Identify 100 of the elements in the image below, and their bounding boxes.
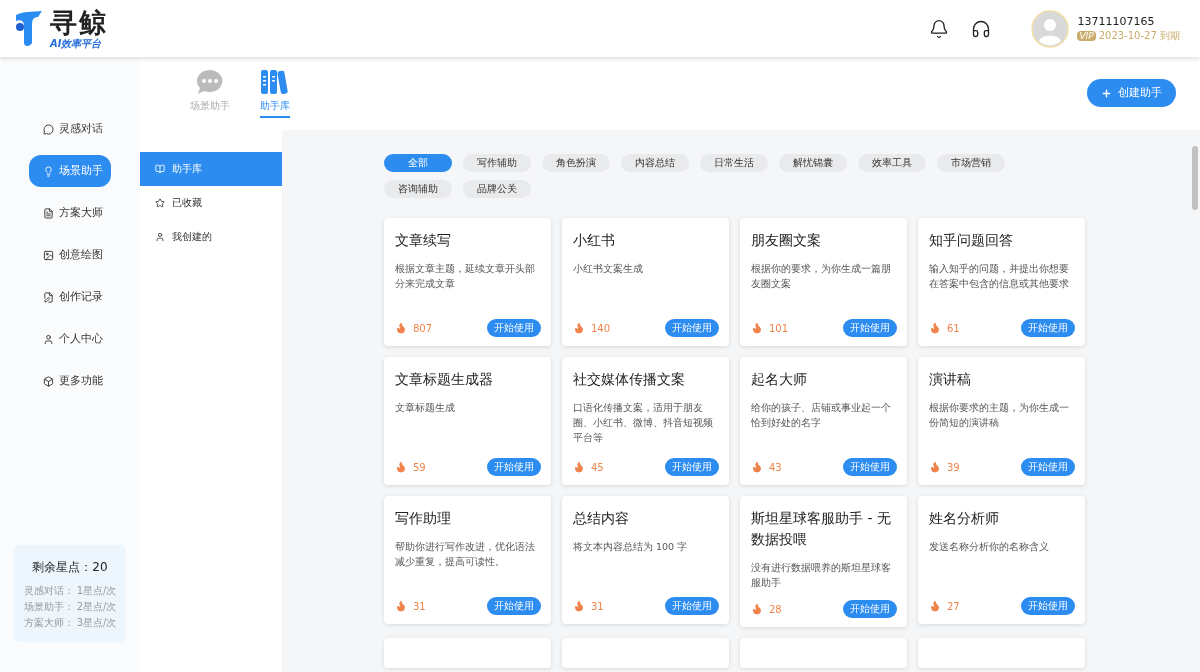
usage-count: 28 xyxy=(769,603,782,615)
card-description: 根据你的要求，为你生成一篇朋友圈文案 xyxy=(751,262,892,291)
sub-nav-icon xyxy=(155,198,165,208)
assistant-card[interactable]: 社交媒体传播文案 口语化传播文案，适用于朋友圈、小红书、微博、抖音短视频平台等 45 开始使用 xyxy=(562,357,729,485)
nav-item[interactable]: 创意绘图 xyxy=(29,239,111,271)
card-title: 斯坦星球客服助手 - 无数据投喂 xyxy=(751,509,892,549)
category-chip[interactable]: 品牌公关 xyxy=(463,180,531,198)
flame-icon xyxy=(751,461,763,473)
headset-icon[interactable] xyxy=(971,18,992,39)
card-title: 姓名分析师 xyxy=(929,509,1000,528)
nav-icon xyxy=(43,249,54,261)
sub-nav-icon xyxy=(155,232,165,242)
points-rate: 方案大师： 3星点/次 xyxy=(23,616,117,630)
plus-icon xyxy=(1101,87,1112,99)
flame-icon xyxy=(573,322,585,334)
flame-icon xyxy=(929,600,941,612)
assistant-card[interactable]: 知乎问题回答 输入知乎的问题，并提出你想要在答案中包含的信息或其他要求 61 开始使用 xyxy=(918,218,1085,346)
nav-item[interactable]: 灵感对话 xyxy=(29,113,111,145)
bell-icon[interactable] xyxy=(929,18,950,39)
card-description: 输入知乎的问题，并提出你想要在答案中包含的信息或其他要求 xyxy=(929,262,1070,291)
sub-nav-item[interactable]: 已收藏 xyxy=(140,186,282,220)
card-title: 演讲稿 xyxy=(929,370,972,389)
flame-icon xyxy=(573,461,585,473)
category-chip[interactable]: 写作辅助 xyxy=(463,154,531,172)
card-description: 发送名称分析你的名称含义 xyxy=(929,540,1050,554)
assistant-card[interactable] xyxy=(384,638,551,668)
avatar-icon[interactable] xyxy=(1031,9,1070,48)
card-title: 文章续写 xyxy=(395,231,452,250)
flame-icon xyxy=(573,600,585,612)
card-description: 将文本内容总结为 100 字 xyxy=(573,540,689,554)
logo-tagline: AI效率平台 xyxy=(50,38,103,49)
vip-expiry: 2023-10-27 到期 xyxy=(1098,28,1180,43)
flame-icon xyxy=(929,322,941,334)
card-description: 帮助你进行写作改进，优化语法减少重复，提高可读性。 xyxy=(395,540,536,569)
user-phone: 13711107165 xyxy=(1077,14,1156,28)
card-description: 根据文章主题，延续文章开头部分来完成文章 xyxy=(395,262,536,291)
card-title: 社交媒体传播文案 xyxy=(573,370,686,389)
usage-count: 27 xyxy=(947,600,960,612)
sub-nav-icon xyxy=(155,164,165,174)
assistant-card[interactable]: 斯坦星球客服助手 - 无数据投喂 没有进行数据喂养的斯坦星球客服助手 28 开始使用 xyxy=(740,496,907,627)
usage-count: 31 xyxy=(591,600,604,612)
category-chip[interactable]: 角色扮演 xyxy=(542,154,610,172)
flame-icon xyxy=(751,322,763,334)
card-description: 没有进行数据喂养的斯坦星球客服助手 xyxy=(751,561,892,590)
category-chip[interactable]: 内容总结 xyxy=(621,154,689,172)
usage-count: 31 xyxy=(413,600,426,612)
points-rate: 场景助手： 2星点/次 xyxy=(23,600,117,614)
usage-count: 140 xyxy=(591,322,611,334)
category-chip[interactable]: 市场营销 xyxy=(937,154,1005,172)
assistant-card[interactable]: 姓名分析师 发送名称分析你的名称含义 27 开始使用 xyxy=(918,496,1085,624)
nav-icon xyxy=(43,207,54,219)
card-title: 知乎问题回答 xyxy=(929,231,1014,250)
flame-icon xyxy=(751,603,763,615)
card-description: 小红书文案生成 xyxy=(573,262,644,276)
assistant-card[interactable]: 写作助理 帮助你进行写作改进，优化语法减少重复，提高可读性。 31 开始使用 xyxy=(384,496,551,624)
assistant-card[interactable]: 起名大师 给你的孩子、店铺或事业起一个恰到好处的名字 43 开始使用 xyxy=(740,357,907,485)
category-chip[interactable]: 效率工具 xyxy=(858,154,926,172)
assistant-card[interactable]: 总结内容 将文本内容总结为 100 字 31 开始使用 xyxy=(562,496,729,624)
nav-item[interactable]: 个人中心 xyxy=(29,323,111,355)
nav-icon xyxy=(43,165,54,177)
category-chip[interactable]: 咨询辅助 xyxy=(384,180,452,198)
sub-nav-item[interactable]: 我创建的 xyxy=(140,220,282,254)
usage-count: 39 xyxy=(947,461,960,473)
card-description: 口语化传播文案，适用于朋友圈、小红书、微博、抖音短视频平台等 xyxy=(573,401,714,445)
assistant-card[interactable]: 演讲稿 根据你要求的主题，为你生成一份简短的演讲稿 39 开始使用 xyxy=(918,357,1085,485)
usage-count: 43 xyxy=(769,461,782,473)
assistant-card[interactable] xyxy=(740,638,907,668)
points-rate: 灵感对话： 1星点/次 xyxy=(23,584,117,598)
nav-item[interactable]: 创作记录 xyxy=(29,281,111,313)
nav-item[interactable]: 方案大师 xyxy=(29,197,111,229)
nav-icon xyxy=(43,123,54,135)
usage-count: 61 xyxy=(947,322,960,334)
chat-bubble-icon xyxy=(196,69,224,95)
category-chip[interactable]: 日常生活 xyxy=(700,154,768,172)
vip-badge: VIP xyxy=(1077,30,1096,41)
nav-icon xyxy=(43,375,54,387)
card-title: 总结内容 xyxy=(573,509,630,528)
category-chip[interactable]: 解忧锦囊 xyxy=(779,154,847,172)
nav-icon xyxy=(43,291,54,303)
logo-name: 寻鲸 xyxy=(50,8,108,38)
assistant-card[interactable]: 小红书 小红书文案生成 140 开始使用 xyxy=(562,218,729,346)
card-description: 根据你要求的主题，为你生成一份简短的演讲稿 xyxy=(929,401,1070,430)
card-title: 文章标题生成器 xyxy=(395,370,494,389)
assistant-card[interactable] xyxy=(918,638,1085,668)
books-icon xyxy=(260,69,290,95)
usage-count: 807 xyxy=(413,322,433,334)
card-description: 给你的孩子、店铺或事业起一个恰到好处的名字 xyxy=(751,401,892,430)
flame-icon xyxy=(929,461,941,473)
top-tab[interactable]: 助手库 xyxy=(260,69,290,118)
card-title: 起名大师 xyxy=(751,370,808,389)
usage-count: 101 xyxy=(769,322,789,334)
assistant-card[interactable] xyxy=(562,638,729,668)
card-title: 写作助理 xyxy=(395,509,452,528)
assistant-card[interactable]: 文章续写 根据文章主题，延续文章开头部分来完成文章 807 开始使用 xyxy=(384,218,551,346)
scrollbar-thumb[interactable] xyxy=(1192,146,1198,210)
assistant-card[interactable]: 朋友圈文案 根据你的要求，为你生成一篇朋友圈文案 101 开始使用 xyxy=(740,218,907,346)
card-description: 文章标题生成 xyxy=(395,401,456,415)
assistant-card[interactable]: 文章标题生成器 文章标题生成 59 开始使用 xyxy=(384,357,551,485)
nav-item[interactable]: 更多功能 xyxy=(29,365,111,397)
nav-icon xyxy=(43,333,54,345)
